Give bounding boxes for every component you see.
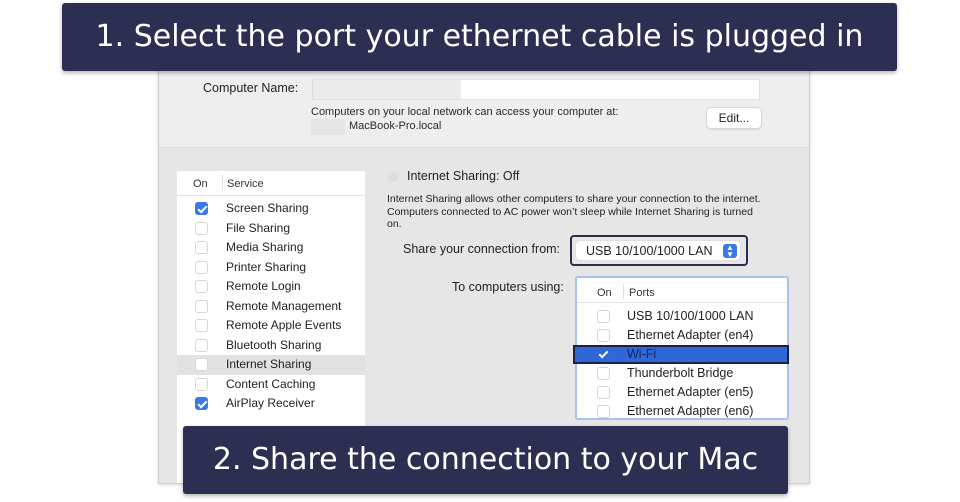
service-label: Bluetooth Sharing xyxy=(226,337,322,352)
service-row[interactable]: Screen Sharing xyxy=(177,199,365,219)
column-divider xyxy=(623,284,624,299)
share-from-select[interactable]: USB 10/100/1000 LAN ▲ ▼ xyxy=(570,235,748,266)
service-row[interactable]: Remote Apple Events xyxy=(177,316,365,336)
share-from-value: USB 10/100/1000 LAN xyxy=(586,244,713,258)
service-label: Screen Sharing xyxy=(226,201,309,215)
port-row[interactable]: Ethernet Adapter (en5) xyxy=(577,383,787,402)
column-header-ports[interactable]: Ports xyxy=(629,287,655,299)
port-row[interactable]: Thunderbolt Bridge xyxy=(577,364,787,383)
port-label: Ethernet Adapter (en5) xyxy=(627,385,754,399)
internet-sharing-description: Internet Sharing allows other computers … xyxy=(387,193,761,230)
column-divider xyxy=(222,175,223,191)
share-from-label: Share your connection from: xyxy=(403,242,561,256)
service-checkbox[interactable] xyxy=(195,338,208,352)
port-row[interactable]: Wi-Fi xyxy=(573,345,789,364)
service-checkbox[interactable] xyxy=(195,358,208,371)
computer-name-section: Computer Name: Computers on your local n… xyxy=(159,61,809,148)
ports-list-header: On Ports xyxy=(577,278,787,303)
service-label: Printer Sharing xyxy=(226,259,307,274)
hostname-text: MacBook-Pro.local xyxy=(349,120,442,132)
service-row[interactable]: Remote Login xyxy=(177,277,365,297)
port-row[interactable]: Ethernet Adapter (en6) xyxy=(577,402,787,421)
service-row[interactable]: File Sharing xyxy=(177,219,365,239)
service-label: Remote Management xyxy=(226,298,342,313)
service-checkbox[interactable] xyxy=(195,299,208,313)
service-checkbox[interactable] xyxy=(195,319,208,332)
service-label: AirPlay Receiver xyxy=(226,396,315,410)
service-label: Media Sharing xyxy=(226,240,304,254)
service-row[interactable]: Printer Sharing xyxy=(177,258,365,278)
computer-name-label: Computer Name: xyxy=(203,81,299,95)
port-label: Ethernet Adapter (en4) xyxy=(627,328,754,342)
port-label: Thunderbolt Bridge xyxy=(627,366,734,380)
redacted-name xyxy=(313,80,461,99)
ports-list: On Ports USB 10/100/1000 LAN Ethernet Ada… xyxy=(573,276,789,421)
service-list-header: On Service xyxy=(177,171,365,196)
service-row[interactable]: Content Caching xyxy=(177,375,365,395)
service-label: Content Caching xyxy=(226,376,316,391)
internet-sharing-status-indicator xyxy=(388,172,398,182)
column-header-on[interactable]: On xyxy=(597,287,612,299)
service-row[interactable]: Remote Management xyxy=(177,297,365,317)
port-checkbox[interactable] xyxy=(597,405,610,418)
service-label: File Sharing xyxy=(226,220,291,235)
service-checkbox[interactable] xyxy=(195,377,208,391)
column-header-on[interactable]: On xyxy=(193,178,208,190)
access-info-text: Computers on your local network can acce… xyxy=(311,106,619,118)
step-1-callout: 1. Select the port your ethernet cable i… xyxy=(62,3,897,71)
port-checkbox[interactable] xyxy=(597,386,610,399)
port-label: Wi-Fi xyxy=(627,347,657,361)
service-label: Remote Apple Events xyxy=(226,318,342,332)
service-checkbox[interactable] xyxy=(195,397,208,410)
service-checkbox[interactable] xyxy=(195,241,208,254)
port-row[interactable]: USB 10/100/1000 LAN xyxy=(577,307,787,326)
redacted-prefix xyxy=(311,119,345,135)
to-computers-label: To computers using: xyxy=(452,280,564,294)
port-row[interactable]: Ethernet Adapter (en4) xyxy=(577,326,787,345)
computer-name-input[interactable] xyxy=(312,79,760,100)
service-row[interactable]: Bluetooth Sharing xyxy=(177,336,365,356)
service-row[interactable]: AirPlay Receiver xyxy=(177,394,365,414)
service-checkbox[interactable] xyxy=(195,221,208,235)
column-header-service[interactable]: Service xyxy=(227,178,264,190)
service-label: Remote Login xyxy=(226,279,301,293)
service-checkbox[interactable] xyxy=(195,202,208,215)
internet-sharing-title: Internet Sharing: Off xyxy=(407,169,520,183)
step-2-callout: 2. Share the connection to your Mac xyxy=(183,426,788,494)
port-label: USB 10/100/1000 LAN xyxy=(627,309,754,323)
port-checkbox[interactable] xyxy=(597,348,610,361)
port-checkbox[interactable] xyxy=(597,310,610,323)
service-checkbox[interactable] xyxy=(195,260,208,274)
sharing-preferences-window: Computer Name: Computers on your local n… xyxy=(158,60,810,484)
port-label: Ethernet Adapter (en6) xyxy=(627,404,754,418)
edit-button[interactable]: Edit... xyxy=(706,107,762,129)
port-checkbox[interactable] xyxy=(597,329,610,342)
chevron-up-down-icon[interactable]: ▲ ▼ xyxy=(723,244,737,259)
share-from-popup[interactable]: USB 10/100/1000 LAN ▲ ▼ xyxy=(576,241,740,260)
service-row[interactable]: Media Sharing xyxy=(177,238,365,258)
port-checkbox[interactable] xyxy=(597,367,610,380)
service-row[interactable]: Internet Sharing xyxy=(177,355,365,375)
service-checkbox[interactable] xyxy=(195,280,208,293)
service-label: Internet Sharing xyxy=(226,357,312,371)
